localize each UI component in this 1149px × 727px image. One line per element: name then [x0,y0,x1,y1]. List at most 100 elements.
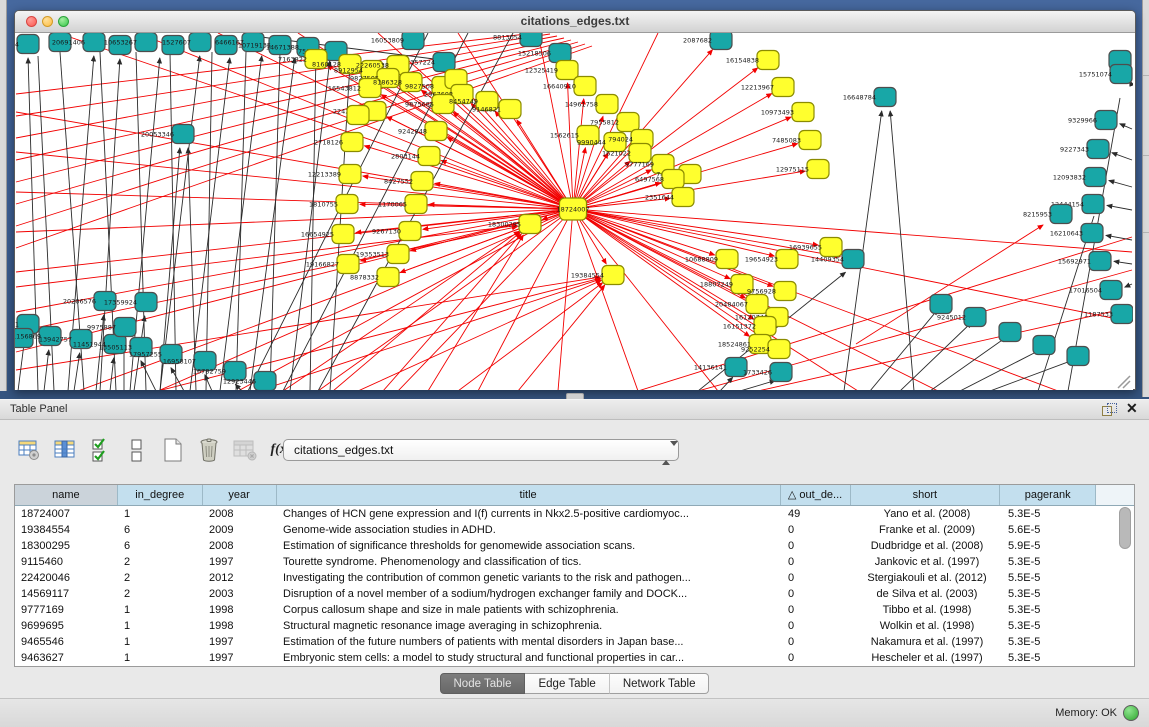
graph-node[interactable] [332,225,354,244]
tab-node-table[interactable]: Node Table [440,673,526,694]
graph-node[interactable] [757,51,779,70]
graph-node[interactable] [770,363,792,382]
graph-node[interactable] [1084,168,1106,187]
float-panel-icon[interactable] [1102,403,1116,416]
table-settings-icon[interactable] [14,436,44,464]
graph-node[interactable] [336,195,358,214]
graph-node[interactable] [1100,281,1122,300]
delete-column-icon[interactable] [194,436,224,464]
citation-network-graph[interactable]: 1605572420691406106532671527607646616710… [15,33,1133,390]
graph-node[interactable] [172,125,194,144]
graph-node[interactable] [746,295,768,314]
graph-node[interactable] [999,323,1021,342]
graph-node[interactable] [418,147,440,166]
graph-node[interactable] [774,282,796,301]
table-row[interactable]: 1456911722003Disruption of a novel membe… [15,586,1134,602]
column-header-title[interactable]: title [277,485,781,505]
graph-node[interactable] [17,35,39,54]
graph-node[interactable] [574,77,596,96]
graph-node[interactable] [556,61,578,80]
column-header-short[interactable]: short [851,485,1001,505]
graph-node[interactable] [776,250,798,269]
tab-edge-table[interactable]: Edge Table [525,673,609,694]
graph-node[interactable] [347,106,369,125]
graph-node[interactable] [1081,224,1103,243]
graph-node[interactable] [820,238,842,257]
graph-node[interactable] [596,95,618,114]
graph-node[interactable] [1033,336,1055,355]
graph-node[interactable] [83,33,105,52]
table-row[interactable]: 969969511998Structural magnetic resonanc… [15,618,1134,634]
graph-node[interactable] [519,215,541,234]
column-header-out_de[interactable]: △ out_de... [781,485,851,505]
table-row[interactable]: 911546021997Tourette syndrome. Phenomeno… [15,554,1134,570]
graph-node[interactable] [135,33,157,52]
graph-node[interactable] [254,372,276,391]
graph-node[interactable] [716,250,738,269]
graph-node[interactable] [964,308,986,327]
graph-node[interactable] [874,88,896,107]
graph-node[interactable] [617,113,639,132]
table-row[interactable]: 1830029562008Estimation of significance … [15,538,1134,554]
graph-node[interactable] [754,317,776,336]
graph-node[interactable] [1111,305,1133,324]
close-panel-icon[interactable]: ✕ [1126,400,1138,417]
graph-node[interactable] [710,33,732,50]
column-header-in_degree[interactable]: in_degree [118,485,203,505]
graph-node[interactable] [799,131,821,150]
graph-node[interactable] [672,188,694,207]
graph-node[interactable] [792,103,814,122]
graph-node[interactable] [189,33,211,52]
graph-node[interactable] [1110,65,1132,84]
graph-node[interactable] [405,195,427,214]
graph-node[interactable] [433,53,455,72]
graph-node[interactable] [411,172,433,191]
table-selector-dropdown[interactable]: citations_edges.txt [283,439,679,461]
unselect-all-functions-icon[interactable] [122,436,152,464]
graph-node[interactable] [807,160,829,179]
graph-node[interactable] [662,170,684,189]
tab-network-table[interactable]: Network Table [610,673,710,694]
graph-node[interactable] [402,33,424,50]
column-header-year[interactable]: year [203,485,277,505]
table-scrollbar-thumb[interactable] [1119,507,1131,549]
select-all-functions-icon[interactable] [86,436,116,464]
show-columns-icon[interactable] [50,436,80,464]
graph-node[interactable] [930,295,952,314]
graph-node[interactable] [114,318,136,337]
graph-node[interactable] [1050,205,1072,224]
graph-node[interactable] [341,133,363,152]
graph-node[interactable] [387,245,409,264]
delete-table-icon[interactable] [230,436,260,464]
table-row[interactable]: 946362711997Embryonic stem cells: a mode… [15,650,1134,666]
graph-node[interactable] [135,293,157,312]
graph-node[interactable] [549,44,571,63]
graph-node[interactable] [602,266,624,285]
graph-node[interactable] [499,100,521,119]
table-row[interactable]: 977716911998Corpus callosum shape and si… [15,602,1134,618]
column-header-name[interactable]: name [15,485,118,505]
graph-node[interactable] [1082,195,1104,214]
graph-node[interactable] [339,165,361,184]
network-canvas[interactable]: 1605572420691406106532671527607646616710… [15,33,1133,390]
memory-status-indicator[interactable] [1123,705,1139,721]
create-column-icon[interactable] [158,436,188,464]
graph-node[interactable] [1095,111,1117,130]
graph-node[interactable] [1067,347,1089,366]
graph-node[interactable] [1089,252,1111,271]
window-resize-grip[interactable] [1118,376,1130,388]
table-row[interactable]: 2242004622012Investigating the contribut… [15,570,1134,586]
table-row[interactable]: 1938455462009Genome-wide association stu… [15,522,1134,538]
column-header-pagerank[interactable]: pagerank [1000,485,1096,505]
graph-node[interactable] [842,250,864,269]
graph-node[interactable] [377,268,399,287]
graph-node[interactable] [399,222,421,241]
table-row[interactable]: 946554611997Estimation of the future num… [15,634,1134,650]
graph-node[interactable] [1087,140,1109,159]
network-window-titlebar[interactable]: citations_edges.txt [15,11,1135,33]
graph-node[interactable] [425,122,447,141]
table-row[interactable]: 1872400712008Changes of HCN gene express… [15,506,1134,522]
graph-node[interactable] [768,340,790,359]
graph-node[interactable] [520,33,542,47]
graph-node[interactable] [772,78,794,97]
